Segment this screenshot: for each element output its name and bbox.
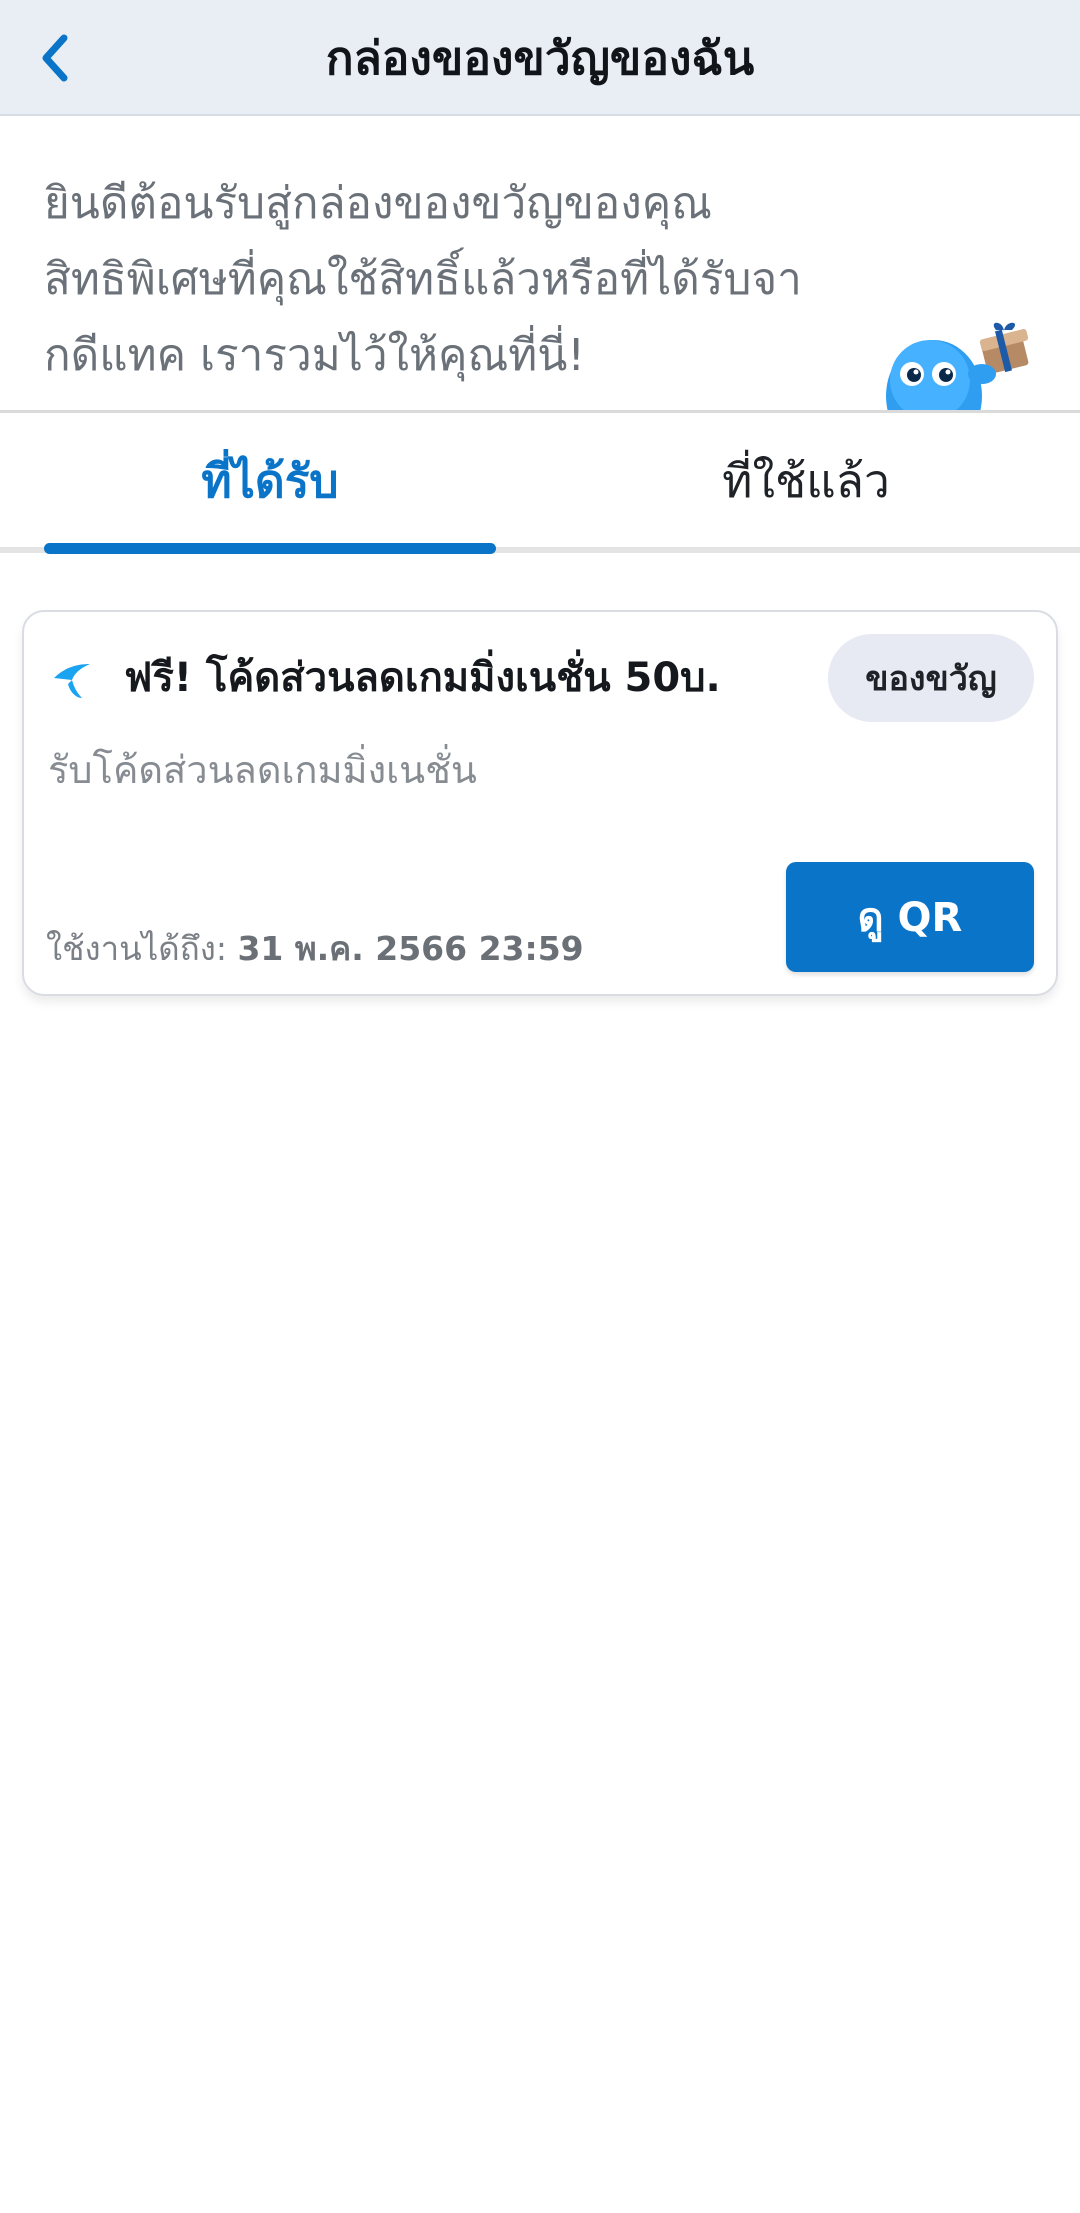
expiry-label: ใช้งานได้ถึง:	[46, 929, 227, 968]
expiry-value: 31 พ.ค. 2566 23:59	[237, 929, 584, 968]
top-bar: กล่องของขวัญของฉัน	[0, 0, 1080, 116]
tab-received[interactable]: ที่ได้รับ	[44, 413, 496, 549]
chevron-left-icon	[42, 34, 68, 82]
page-title: กล่องของขวัญของฉัน	[325, 30, 755, 85]
mascot-with-gift-icon	[886, 322, 1029, 410]
intro-text: ยินดีต้อนรับสู่กล่องของขวัญของคุณ สิทธิพ…	[44, 166, 864, 394]
view-qr-button[interactable]: ดู QR	[786, 862, 1034, 972]
expiry-text: ใช้งานได้ถึง: 31 พ.ค. 2566 23:59	[46, 924, 584, 974]
gift-badge: ของขวัญ	[828, 634, 1034, 722]
back-button[interactable]	[20, 22, 92, 94]
dtac-logo-icon	[54, 664, 90, 698]
gift-card[interactable]: ฟรี! โค้ดส่วนลดเกมมิ่งเนชั่น 50บ. ของขวั…	[22, 610, 1058, 996]
intro-line: ยินดีต้อนรับสู่กล่องของขวัญของคุณ	[44, 178, 712, 229]
gift-title: ฟรี! โค้ดส่วนลดเกมมิ่งเนชั่น 50บ.	[124, 655, 721, 701]
intro-line: กดีแทค เรารวมไว้ให้คุณที่นี่!	[44, 330, 586, 381]
gift-description: รับโค้ดส่วนลดเกมมิ่งเนชั่น	[48, 748, 477, 792]
tab-bar: ที่ได้รับ ที่ใช้แล้ว	[0, 410, 1080, 554]
tab-used[interactable]: ที่ใช้แล้ว	[576, 413, 1036, 549]
active-tab-indicator	[44, 543, 496, 554]
intro-line: สิทธิพิเศษที่คุณใช้สิทธิ์แล้วหรือที่ได้ร…	[44, 254, 802, 305]
intro-section: ยินดีต้อนรับสู่กล่องของขวัญของคุณ สิทธิพ…	[0, 118, 1080, 410]
